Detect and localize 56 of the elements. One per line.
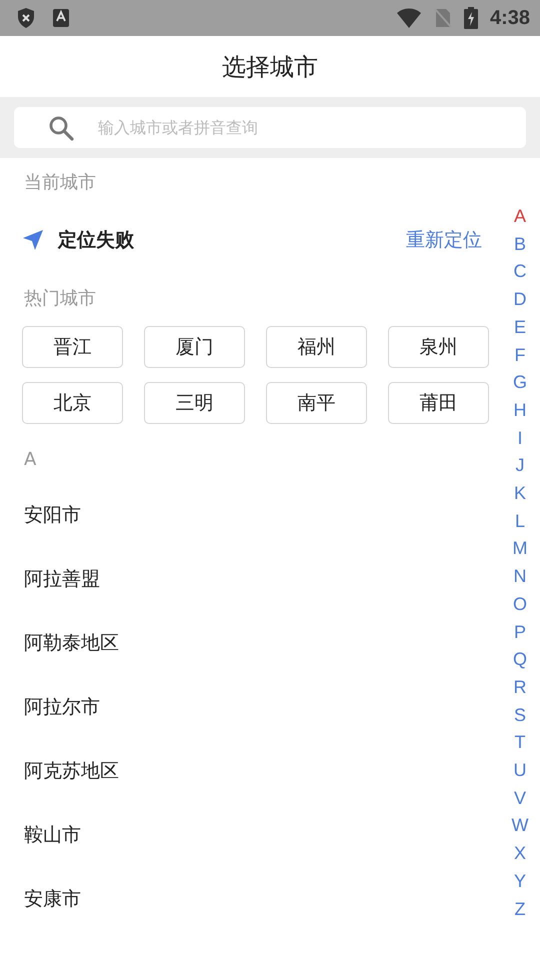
index-letter[interactable]: K bbox=[514, 480, 526, 508]
index-letter[interactable]: T bbox=[514, 729, 526, 758]
navigation-arrow-icon bbox=[22, 229, 44, 251]
index-letter[interactable]: H bbox=[514, 396, 526, 425]
city-button[interactable]: 三明 bbox=[144, 382, 245, 424]
no-sim-icon bbox=[434, 8, 452, 28]
city-list-item[interactable]: 阿勒泰地区 bbox=[0, 611, 440, 675]
page-title: 选择城市 bbox=[222, 52, 318, 82]
city-list-item[interactable]: 阿拉善盟 bbox=[0, 547, 440, 611]
index-letter[interactable]: N bbox=[514, 563, 526, 591]
letter-header: A bbox=[24, 448, 36, 470]
index-letter[interactable]: O bbox=[512, 590, 527, 619]
city-button[interactable]: 南平 bbox=[266, 382, 367, 424]
battery-charging-icon bbox=[464, 7, 478, 29]
section-label: 热门城市 bbox=[24, 287, 96, 310]
index-letter[interactable]: P bbox=[514, 618, 526, 646]
index-letter[interactable]: R bbox=[514, 674, 526, 702]
index-letter[interactable]: L bbox=[514, 508, 525, 536]
index-letter[interactable]: X bbox=[514, 840, 526, 868]
wifi-icon bbox=[396, 8, 422, 28]
city-button[interactable]: 厦门 bbox=[144, 326, 245, 368]
index-letter[interactable]: G bbox=[512, 369, 527, 397]
location-status: 定位失败 bbox=[58, 228, 135, 253]
index-letter[interactable]: Y bbox=[514, 868, 526, 896]
city-button[interactable]: 北京 bbox=[22, 382, 123, 424]
relocate-link[interactable]: 重新定位 bbox=[406, 227, 482, 253]
city-list-item[interactable]: 安阳市 bbox=[0, 483, 440, 547]
city-button[interactable]: 晋江 bbox=[22, 326, 123, 368]
index-letter[interactable]: W bbox=[512, 812, 528, 840]
index-letter[interactable]: I bbox=[517, 424, 522, 452]
index-letter[interactable]: U bbox=[514, 757, 526, 785]
keyboard-icon bbox=[52, 8, 70, 28]
index-letter[interactable]: F bbox=[514, 342, 526, 370]
search-field[interactable]: 输入城市或者拼音查询 bbox=[14, 107, 526, 148]
index-letter[interactable]: D bbox=[514, 286, 526, 314]
city-button[interactable]: 泉州 bbox=[388, 326, 489, 368]
index-letter[interactable]: V bbox=[514, 784, 526, 812]
shield-icon bbox=[16, 7, 36, 29]
index-letter[interactable]: A bbox=[514, 203, 526, 231]
city-list-item[interactable]: 阿克苏地区 bbox=[0, 739, 440, 803]
city-button[interactable]: 福州 bbox=[266, 326, 367, 368]
city-list-item[interactable]: 阿拉尔市 bbox=[0, 675, 440, 739]
index-letter[interactable]: B bbox=[514, 230, 526, 258]
index-letter[interactable]: E bbox=[514, 314, 526, 342]
search-icon bbox=[48, 114, 74, 140]
index-letter[interactable]: M bbox=[512, 535, 528, 564]
section-label: 当前城市 bbox=[24, 171, 96, 194]
index-letter[interactable]: C bbox=[514, 258, 526, 286]
index-letter[interactable]: J bbox=[516, 452, 524, 480]
status-time: 4:38 bbox=[490, 6, 530, 30]
index-letter[interactable]: S bbox=[514, 702, 526, 730]
index-letter[interactable]: Q bbox=[512, 646, 527, 674]
index-letter[interactable]: Z bbox=[514, 896, 526, 924]
city-list-item[interactable]: 鞍山市 bbox=[0, 803, 440, 867]
city-list-item[interactable]: 安康市 bbox=[0, 867, 440, 931]
city-button[interactable]: 莆田 bbox=[388, 382, 489, 424]
